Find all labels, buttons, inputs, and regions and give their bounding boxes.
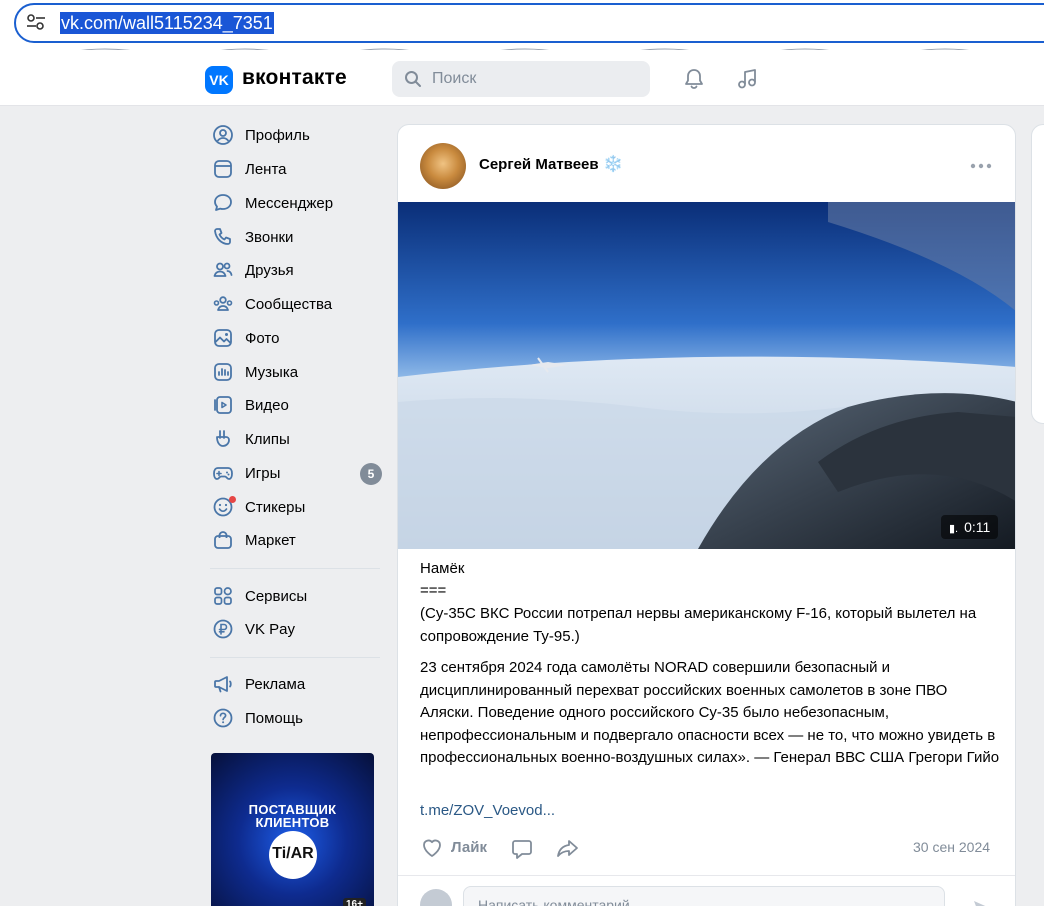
menu-item-music[interactable]: Музыка [210, 357, 385, 387]
post-date[interactable]: 30 сен 2024 [913, 839, 990, 855]
ad-title-line2: КЛИЕНТОВ [255, 815, 330, 830]
menu-item-label: Реклама [245, 676, 306, 693]
menu-item-label: Игры [245, 465, 281, 482]
games-count-badge: 5 [360, 463, 382, 485]
vkpay-icon [213, 619, 233, 639]
menu-item-video[interactable]: Видео [210, 390, 385, 420]
ad-brand-logo: Ti/AR [269, 831, 317, 879]
post-link[interactable]: t.me/ZOV_Voevod... [420, 802, 555, 819]
menu-item-label: Мессенджер [245, 195, 334, 212]
heart-icon[interactable] [420, 836, 444, 860]
phone-icon [214, 228, 231, 245]
browser-address-bar: vk.com/wall5115234_7351 [0, 0, 1044, 50]
photo-icon [214, 329, 232, 347]
user-icon [213, 125, 233, 145]
menu-item-clips[interactable]: Клипы [210, 424, 385, 454]
vk-wordmark[interactable]: вконтакте [242, 66, 347, 90]
menu-item-label: Звонки [245, 229, 294, 246]
bell-icon[interactable] [682, 67, 706, 91]
search-icon [405, 71, 421, 87]
author-avatar[interactable] [420, 143, 466, 189]
vk-header: VK вконтакте Поиск [0, 50, 1044, 106]
menu-item-feed[interactable]: Лента [210, 154, 385, 184]
site-settings-icon[interactable] [26, 13, 46, 31]
notification-dot [229, 496, 236, 503]
comment-input[interactable]: Написать комментарий [463, 886, 945, 906]
url-text[interactable]: vk.com/wall5115234_7351 [60, 12, 274, 34]
clips-icon [216, 430, 230, 447]
menu-divider [210, 657, 380, 658]
menu-item-label: Маркет [245, 532, 296, 549]
vk-logo-icon[interactable]: VK [205, 66, 233, 94]
wall-post: Сергей Матвеев ❄️ ▮. 0:11 Намёк === (Су-… [397, 124, 1016, 906]
audio-bars-icon: ▮. [949, 523, 959, 535]
music-note-icon[interactable] [735, 67, 759, 91]
post-divider-text: === [420, 582, 447, 599]
more-options-icon[interactable] [970, 163, 992, 169]
menu-divider [210, 568, 380, 569]
music-icon [214, 363, 232, 381]
video-duration-text: 0:11 [964, 519, 991, 535]
menu-item-label: Сообщества [245, 296, 333, 313]
like-button-label[interactable]: Лайк [451, 839, 487, 856]
ad-age-rating: 16+ [343, 898, 366, 906]
menu-item-messenger[interactable]: Мессенджер [210, 188, 385, 218]
menu-item-label: Лента [245, 161, 287, 178]
post-title: Намёк [420, 560, 465, 577]
right-sidebar-card [1031, 124, 1044, 424]
search-placeholder: Поиск [432, 70, 477, 87]
author-name[interactable]: Сергей Матвеев [479, 156, 599, 173]
menu-item-label: Стикеры [245, 499, 306, 516]
current-user-avatar [420, 889, 452, 906]
help-icon [213, 708, 233, 728]
feed-icon [214, 160, 232, 178]
share-icon[interactable] [555, 836, 581, 860]
menu-item-label: Музыка [245, 364, 299, 381]
games-icon [213, 467, 233, 480]
menu-item-label: Профиль [245, 127, 310, 144]
message-icon [214, 194, 232, 211]
video-player[interactable]: ▮. 0:11 [398, 202, 1015, 549]
menu-item-calls[interactable]: Звонки [210, 222, 385, 252]
menu-item-services[interactable]: Сервисы [210, 581, 385, 611]
video-thumbnail [398, 202, 1015, 549]
ad-banner[interactable]: ПОСТАВЩИК КЛИЕНТОВ Ti/AR 16+ [211, 753, 374, 906]
comment-placeholder: Написать комментарий [478, 897, 630, 906]
menu-item-label: Клипы [245, 431, 290, 448]
menu-item-games[interactable]: Игры 5 [210, 458, 385, 488]
menu-item-market[interactable]: Маркет [210, 525, 385, 555]
menu-item-profile[interactable]: Профиль [210, 120, 385, 150]
video-icon [214, 396, 232, 414]
menu-item-photo[interactable]: Фото [210, 323, 385, 353]
menu-item-label: Друзья [245, 262, 294, 279]
author-status-emoji: ❄️ [603, 156, 623, 173]
video-duration-badge: ▮. 0:11 [941, 515, 999, 539]
ad-title: ПОСТАВЩИК КЛИЕНТОВ [211, 803, 374, 829]
send-icon[interactable] [971, 897, 995, 906]
comment-divider [398, 875, 1015, 876]
megaphone-icon [214, 676, 232, 693]
search-input[interactable]: Поиск [392, 61, 650, 97]
market-icon [214, 531, 232, 549]
menu-item-communities[interactable]: Сообщества [210, 289, 385, 319]
menu-item-vkpay[interactable]: VK Pay [210, 614, 385, 644]
menu-item-label: Помощь [245, 710, 303, 727]
menu-item-label: Сервисы [245, 588, 308, 605]
menu-item-label: VK Pay [245, 621, 296, 638]
menu-item-label: Видео [245, 397, 289, 414]
menu-item-stickers[interactable]: Стикеры [210, 492, 385, 522]
communities-icon [213, 296, 233, 311]
post-paragraph-2: 23 сентября 2024 года самолёты NORAD сов… [420, 659, 1000, 766]
menu-item-help[interactable]: Помощь [210, 703, 385, 733]
comment-icon[interactable] [510, 837, 534, 861]
friends-icon [213, 262, 233, 277]
services-icon [214, 587, 232, 605]
menu-item-ads[interactable]: Реклама [210, 669, 385, 699]
menu-item-friends[interactable]: Друзья [210, 255, 385, 285]
post-paragraph-1: (Су-35С ВКС России потрепал нервы америк… [420, 605, 977, 645]
menu-item-label: Фото [245, 330, 280, 347]
